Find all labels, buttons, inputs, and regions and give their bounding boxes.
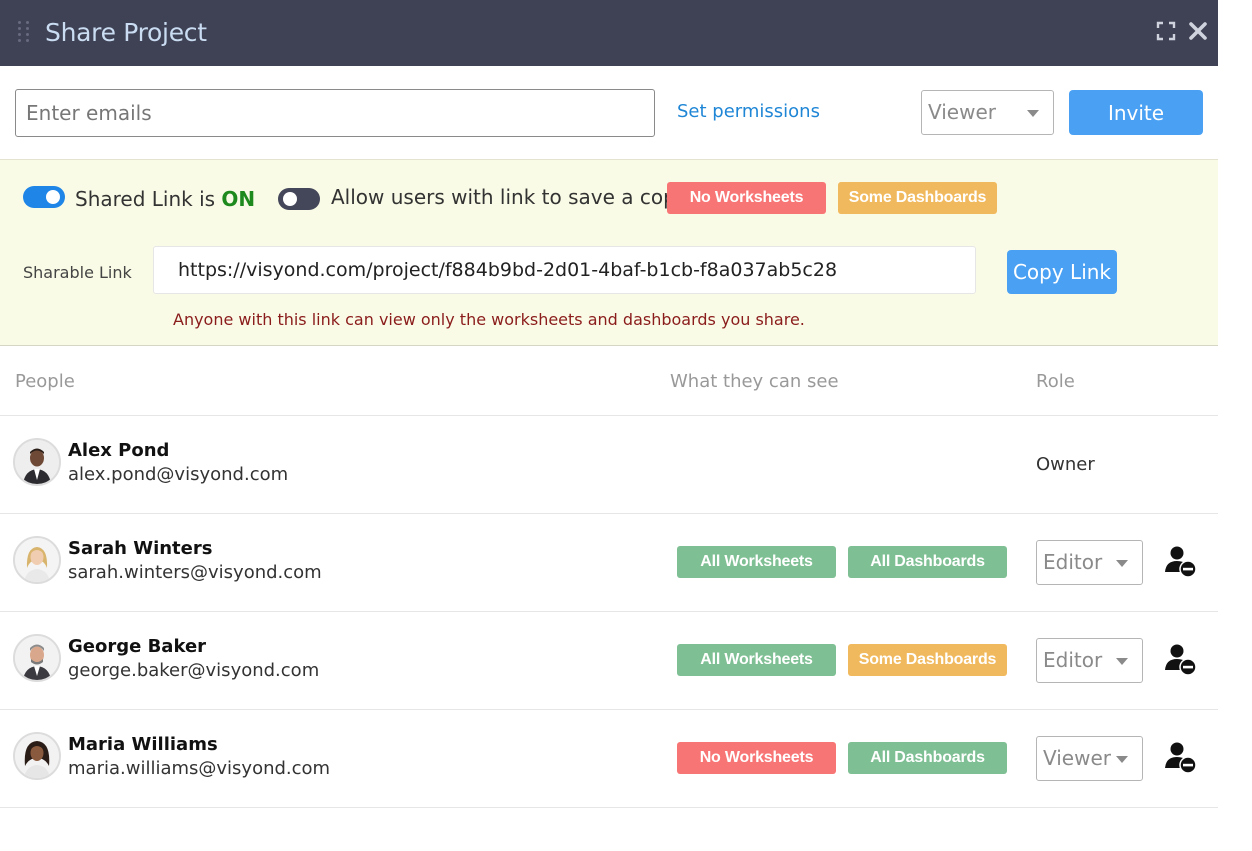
worksheets-badge[interactable]: All Worksheets	[677, 644, 836, 676]
expand-icon[interactable]	[1156, 21, 1176, 41]
dialog-title: Share Project	[45, 18, 207, 47]
avatar	[13, 732, 61, 780]
role-select[interactable]: Editor	[1036, 540, 1143, 585]
person-email: george.baker@visyond.com	[68, 660, 320, 681]
link-worksheets-badge[interactable]: No Worksheets	[667, 182, 826, 214]
role-select[interactable]: Viewer	[1036, 736, 1143, 781]
person-name: George Baker	[68, 636, 207, 657]
role-select[interactable]: Editor	[1036, 638, 1143, 683]
share-project-dialog: Share Project Set permissions Viewer Inv…	[0, 0, 1218, 851]
invite-role-select[interactable]: Viewer	[921, 90, 1054, 135]
chevron-down-icon	[1116, 658, 1128, 665]
drag-handle-icon[interactable]	[18, 21, 30, 43]
role-select-value: Editor	[1043, 648, 1103, 672]
invite-role-value: Viewer	[928, 100, 996, 124]
worksheets-badge[interactable]: No Worksheets	[677, 742, 836, 774]
person-email: sarah.winters@visyond.com	[68, 562, 322, 583]
person-name: Alex Pond	[68, 440, 170, 461]
person-name: Maria Williams	[68, 734, 218, 755]
chevron-down-icon	[1027, 110, 1039, 117]
role-owner: Owner	[1036, 454, 1095, 475]
link-dashboards-badge[interactable]: Some Dashboards	[838, 182, 997, 214]
dialog-header: Share Project	[0, 0, 1218, 66]
allow-save-toggle[interactable]	[278, 188, 320, 210]
chevron-down-icon	[1116, 560, 1128, 567]
divider	[0, 513, 1218, 514]
email-input[interactable]	[15, 89, 655, 137]
sharable-link-label: Sharable Link	[23, 263, 132, 282]
column-header-visibility: What they can see	[670, 371, 839, 392]
chevron-down-icon	[1116, 756, 1128, 763]
shared-link-on-word: ON	[221, 187, 256, 211]
worksheets-badge[interactable]: All Worksheets	[677, 546, 836, 578]
person-email: maria.williams@visyond.com	[68, 758, 331, 779]
shared-link-status: Shared Link is ON	[75, 187, 255, 211]
shared-link-status-text: Shared Link is	[75, 187, 222, 211]
dashboards-badge[interactable]: All Dashboards	[848, 546, 1007, 578]
divider	[0, 709, 1218, 710]
set-permissions-link[interactable]: Set permissions	[677, 101, 820, 122]
shared-link-panel: Shared Link is ON Allow users with link …	[0, 159, 1218, 346]
copy-link-button[interactable]: Copy Link	[1007, 250, 1117, 294]
sharable-link-field[interactable]	[153, 246, 976, 294]
avatar	[13, 536, 61, 584]
divider	[0, 807, 1218, 808]
invite-button[interactable]: Invite	[1069, 90, 1203, 135]
remove-user-icon[interactable]	[1163, 544, 1199, 580]
dashboards-badge[interactable]: All Dashboards	[848, 742, 1007, 774]
column-header-role: Role	[1036, 371, 1075, 392]
close-icon[interactable]	[1187, 20, 1209, 42]
divider	[0, 415, 1218, 416]
link-note: Anyone with this link can view only the …	[173, 310, 805, 329]
role-select-value: Viewer	[1043, 746, 1111, 770]
remove-user-icon[interactable]	[1163, 642, 1199, 678]
dashboards-badge[interactable]: Some Dashboards	[848, 644, 1007, 676]
avatar	[13, 634, 61, 682]
divider	[0, 611, 1218, 612]
shared-link-toggle[interactable]	[23, 186, 65, 208]
person-email: alex.pond@visyond.com	[68, 464, 289, 485]
person-name: Sarah Winters	[68, 538, 213, 559]
remove-user-icon[interactable]	[1163, 740, 1199, 776]
role-select-value: Editor	[1043, 550, 1103, 574]
avatar	[13, 438, 61, 486]
column-header-people: People	[15, 371, 75, 392]
allow-save-label: Allow users with link to save a copy	[331, 185, 688, 209]
